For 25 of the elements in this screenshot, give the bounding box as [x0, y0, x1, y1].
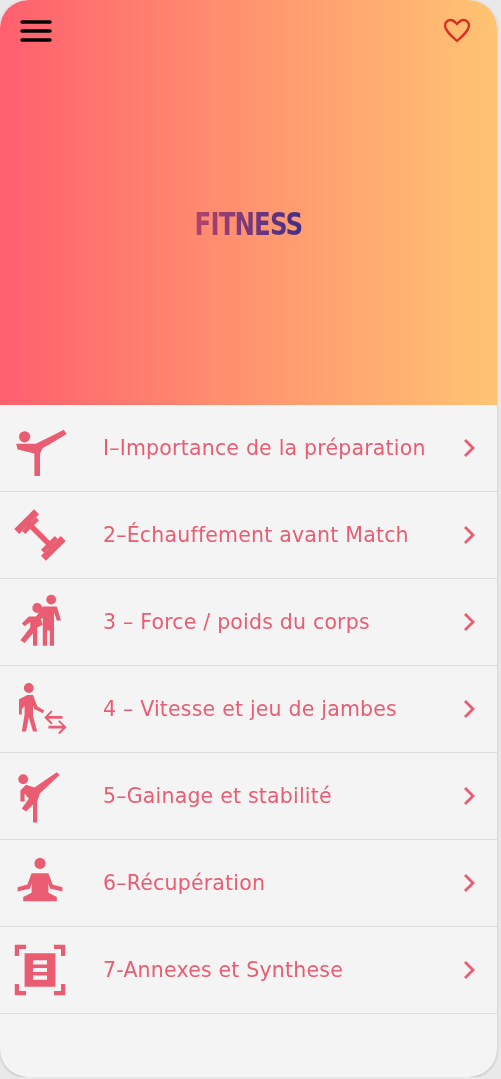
document-frame-icon	[12, 942, 68, 998]
barbell-icon	[12, 507, 68, 563]
menu-item-label: 3 – Force / poids du corps	[103, 609, 371, 636]
heart-icon[interactable]	[443, 18, 471, 44]
chevron-right-icon	[463, 612, 475, 632]
menu-item[interactable]: 6–Récupération	[0, 840, 497, 926]
menu-item[interactable]: 2–Échauffement avant Match	[0, 492, 497, 578]
menu-item-label: 5–Gainage et stabilité	[103, 783, 333, 810]
menu-item-label: 7-Annexes et Synthese	[103, 957, 344, 984]
chevron-right-icon	[463, 873, 475, 893]
chevron-right-icon	[463, 438, 475, 458]
chevron-right-icon	[463, 960, 475, 980]
menu-icon[interactable]	[20, 19, 52, 43]
chevron-right-icon	[463, 525, 475, 545]
menu-item-label: 4 – Vitesse et jeu de jambes	[103, 696, 398, 723]
menu-item-label: 6–Récupération	[103, 870, 267, 897]
menu-item-label: I–Importance de la préparation	[103, 435, 427, 462]
menu-item[interactable]: 5–Gainage et stabilité	[0, 753, 497, 839]
menu-item[interactable]: 4 – Vitesse et jeu de jambes	[0, 666, 497, 752]
chevron-right-icon	[463, 699, 475, 719]
menu-item[interactable]: 3 – Force / poids du corps	[0, 579, 497, 665]
chevron-right-icon	[463, 786, 475, 806]
menu-item-label: 2–Échauffement avant Match	[103, 521, 410, 549]
menu-item[interactable]: 7-Annexes et Synthese	[0, 927, 497, 1013]
menu-item[interactable]: I–Importance de la préparation	[0, 405, 497, 491]
